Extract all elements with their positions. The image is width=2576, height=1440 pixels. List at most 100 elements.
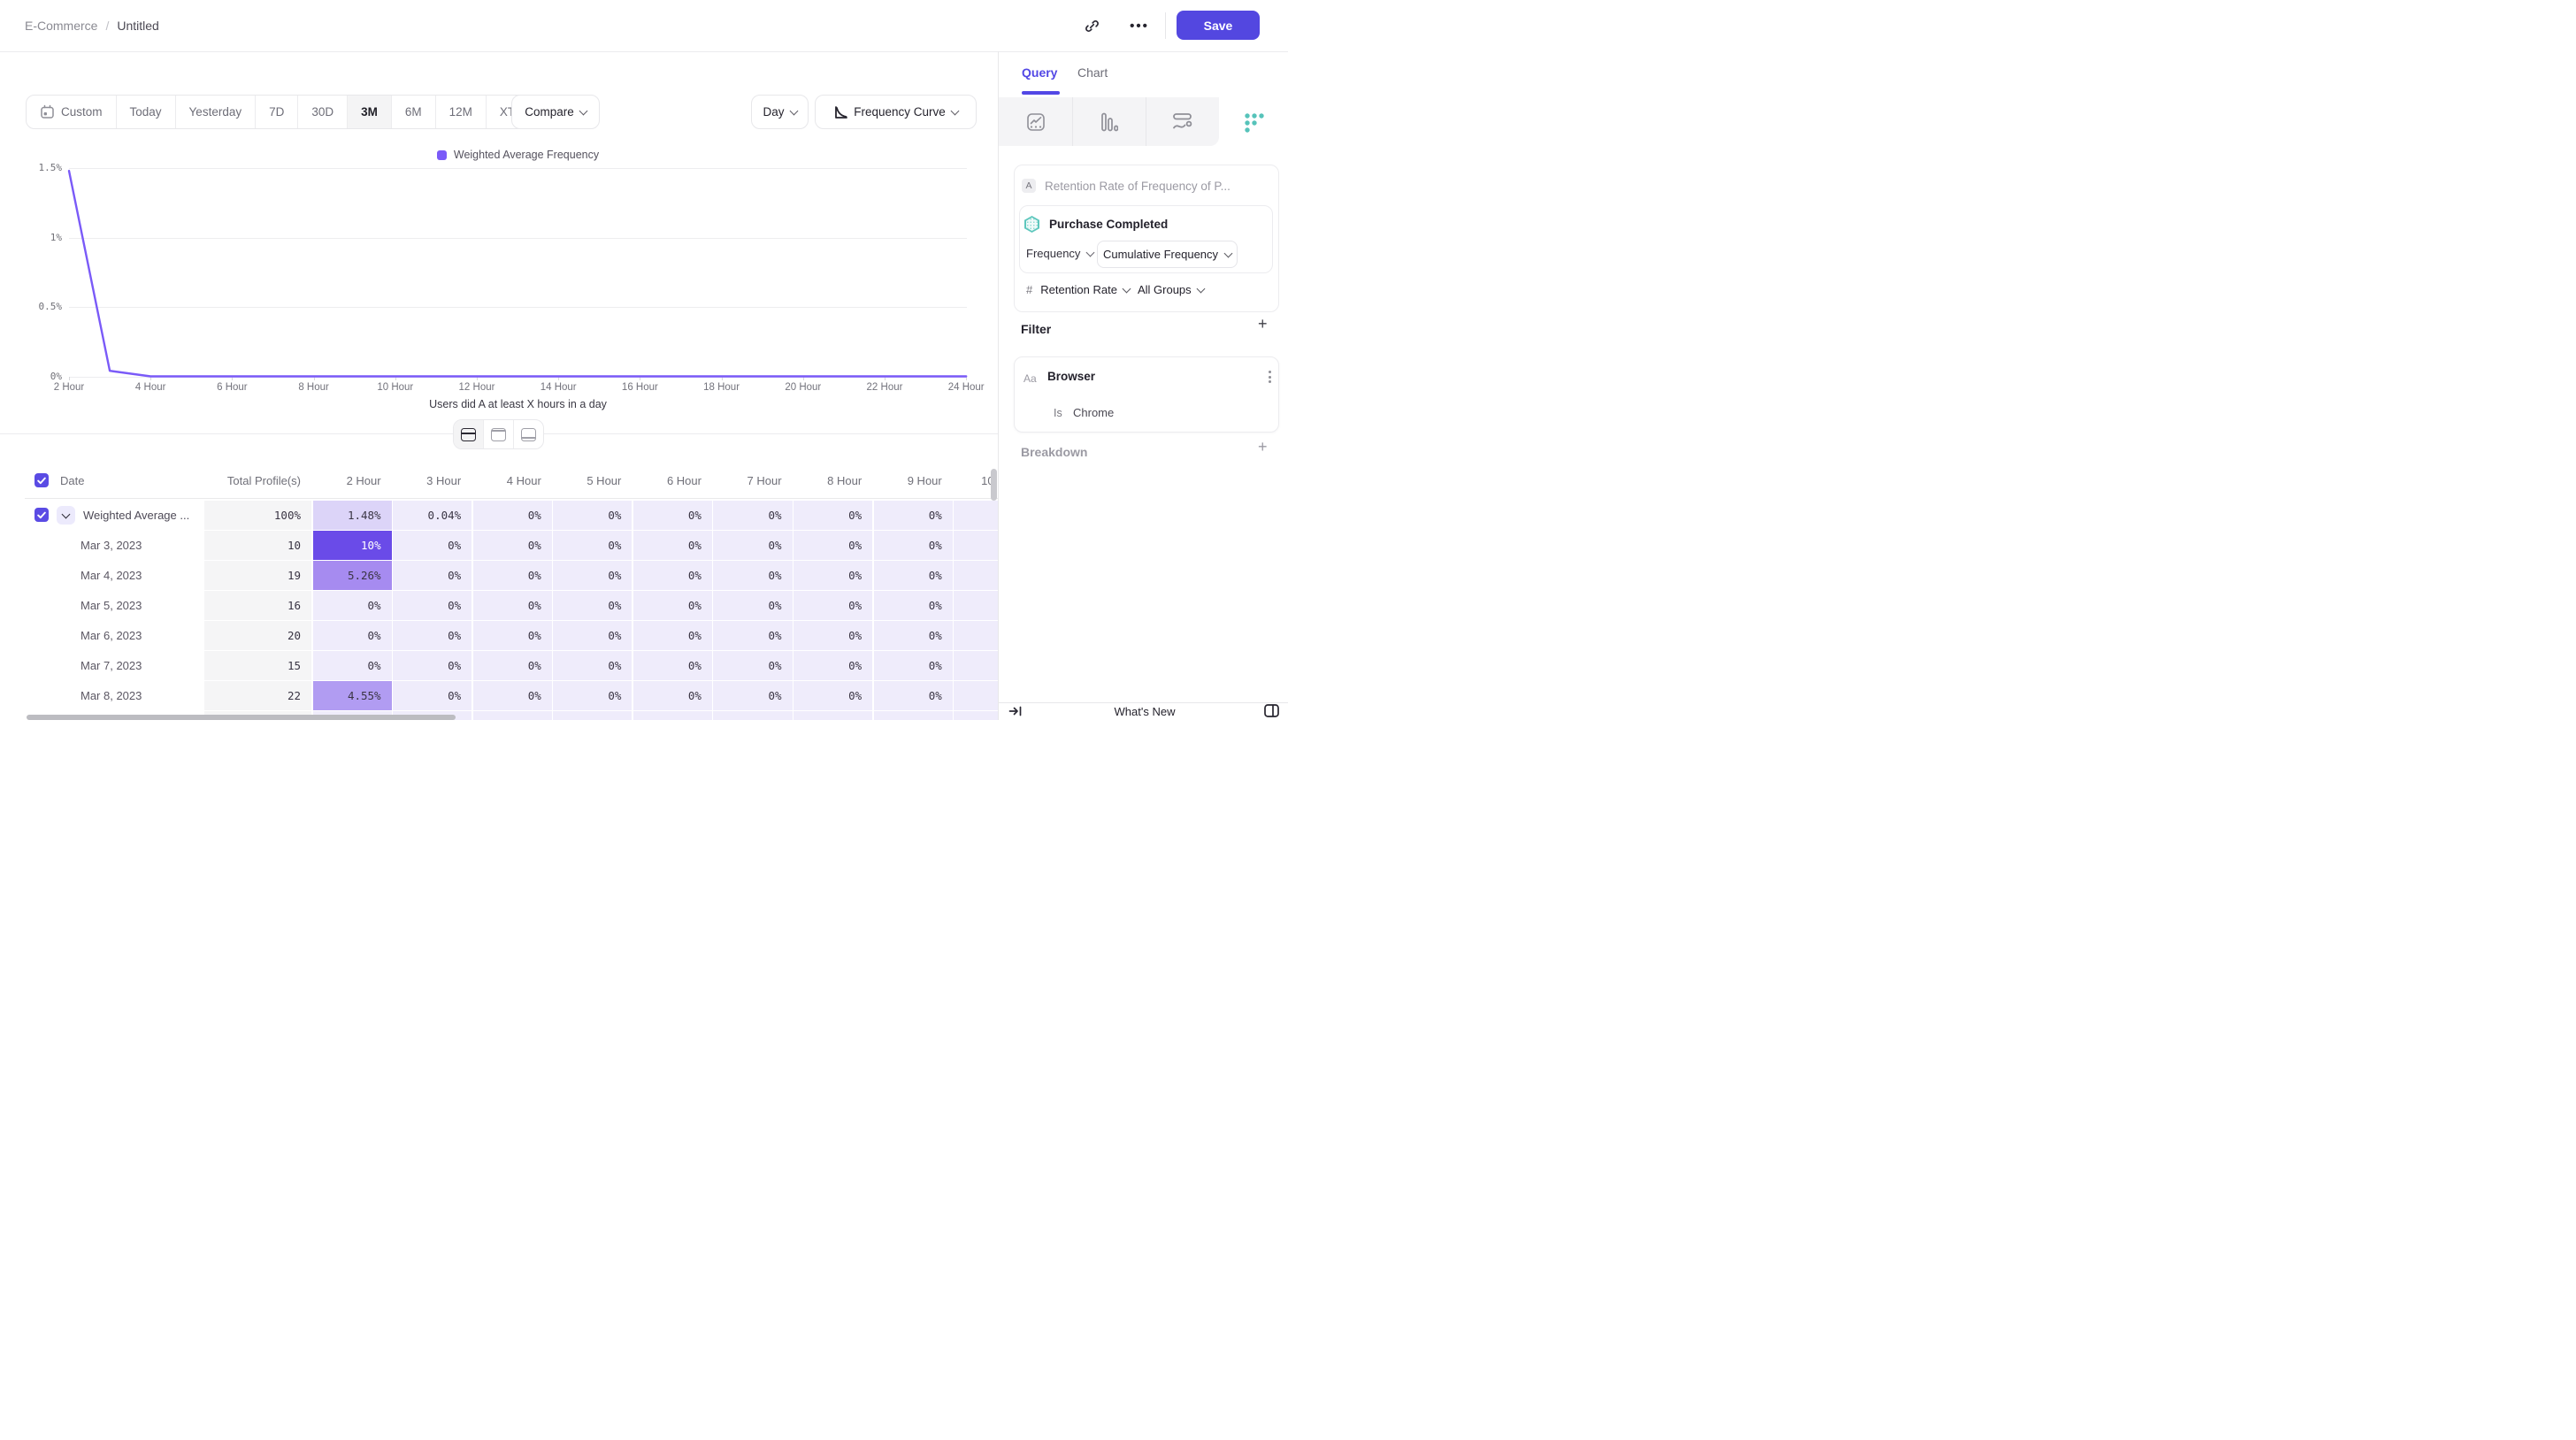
breadcrumb-section[interactable]: E-Commerce xyxy=(25,19,97,33)
save-button[interactable]: Save xyxy=(1177,11,1260,40)
date-cell: Mar 4, 2023 xyxy=(25,561,203,590)
value-cell: 1.48% xyxy=(313,501,392,530)
range-custom[interactable]: Custom xyxy=(27,96,116,128)
value-cell: 0% xyxy=(553,651,632,680)
expand-row-button[interactable] xyxy=(57,506,75,525)
bar-chart-icon xyxy=(1100,112,1118,132)
value-cell: 0% xyxy=(713,561,792,590)
breadcrumb-title[interactable]: Untitled xyxy=(117,19,158,33)
filter-property[interactable]: Browser xyxy=(1047,370,1095,383)
add-breakdown-button[interactable]: + xyxy=(1258,440,1268,454)
value-cell: 0% xyxy=(874,501,953,530)
range-12m[interactable]: 12M xyxy=(435,96,486,128)
metric-dropdown[interactable]: Retention Rate xyxy=(1040,283,1130,296)
query-title[interactable]: Retention Rate of Frequency of P... xyxy=(1045,180,1268,193)
layout-split-button[interactable] xyxy=(454,420,483,448)
value-cell xyxy=(954,681,998,710)
value-cell: 0% xyxy=(393,621,472,650)
total-profiles-cell: 20 xyxy=(204,621,311,650)
chart-type-dropdown[interactable]: Frequency Curve xyxy=(815,95,977,129)
series-line xyxy=(25,142,998,416)
filter-card xyxy=(1014,356,1279,433)
value-cell: 0% xyxy=(553,621,632,650)
filter-operator[interactable]: Is xyxy=(1054,407,1062,419)
value-cell: 0% xyxy=(473,621,552,650)
chevron-down-icon xyxy=(1224,249,1233,257)
vertical-scrollbar[interactable] xyxy=(991,469,997,501)
tab-chart[interactable]: Chart xyxy=(1077,65,1108,80)
value-cell: 0% xyxy=(874,621,953,650)
range-7d[interactable]: 7D xyxy=(255,96,297,128)
value-cell: 0% xyxy=(874,531,953,560)
row-date: Mar 3, 2023 xyxy=(25,539,142,552)
frequency-curve-icon xyxy=(833,105,847,119)
value-cell: 0% xyxy=(633,561,712,590)
event-name[interactable]: Purchase Completed xyxy=(1049,218,1168,231)
compare-label: Compare xyxy=(525,105,574,119)
value-cell: 0% xyxy=(794,501,872,530)
value-cell: 0% xyxy=(713,621,792,650)
link-icon xyxy=(1085,19,1100,34)
checkbox-checked[interactable] xyxy=(34,473,49,487)
value-cell: 0% xyxy=(313,591,392,620)
total-profiles-cell: 19 xyxy=(204,561,311,590)
frequency-dots-icon xyxy=(1243,111,1264,133)
total-profiles-cell: 15 xyxy=(204,651,311,680)
range-3m[interactable]: 3M xyxy=(347,96,391,128)
value-cell: 0% xyxy=(713,591,792,620)
filter-value[interactable]: Chrome xyxy=(1073,406,1114,419)
value-cell: 0% xyxy=(553,531,632,560)
chart-type-insights-button[interactable] xyxy=(999,97,1072,146)
more-options-button[interactable]: ••• xyxy=(1126,12,1153,39)
frequency-chart: Weighted Average Frequency 0%0.5%1%1.5%2… xyxy=(25,142,998,416)
collapse-panel-button[interactable] xyxy=(1004,701,1027,720)
granularity-dropdown[interactable]: Day xyxy=(751,95,809,129)
date-cell: Mar 5, 2023 xyxy=(25,591,203,620)
add-filter-button[interactable]: + xyxy=(1258,317,1268,331)
whats-new-link[interactable]: What's New xyxy=(1112,705,1177,718)
range-label: Today xyxy=(130,105,162,119)
horizontal-scrollbar[interactable] xyxy=(27,715,456,720)
checkbox-checked[interactable] xyxy=(34,508,49,522)
total-profiles-cell: 10 xyxy=(204,531,311,560)
range-label: 30D xyxy=(311,105,334,119)
value-cell: 0% xyxy=(713,501,792,530)
panel-divider xyxy=(998,51,999,720)
chevron-down-icon xyxy=(1086,248,1095,257)
summary-row-label: Weighted Average ... xyxy=(83,509,189,522)
value-cell: 0% xyxy=(633,501,712,530)
filter-kebab-menu[interactable] xyxy=(1264,371,1275,383)
value-cell: 0% xyxy=(313,651,392,680)
toggle-panel-button[interactable] xyxy=(1260,701,1283,720)
value-cell: 0% xyxy=(473,591,552,620)
frequency-dropdown[interactable]: Frequency xyxy=(1026,247,1093,260)
chart-type-frequency-button[interactable] xyxy=(1219,97,1289,146)
date-cell: Mar 3, 2023 xyxy=(25,531,203,560)
date-cell: Mar 6, 2023 xyxy=(25,621,203,650)
value-cell: 0% xyxy=(794,561,872,590)
value-cell xyxy=(713,711,792,720)
breakdown-section-title: Breakdown xyxy=(1021,445,1087,459)
row-date: Mar 4, 2023 xyxy=(25,569,142,582)
layout-chart-only-button[interactable] xyxy=(483,420,513,448)
range-today[interactable]: Today xyxy=(116,96,175,128)
chart-type-flows-button[interactable] xyxy=(1146,97,1219,146)
row-date: Mar 7, 2023 xyxy=(25,659,142,672)
share-link-button[interactable] xyxy=(1078,12,1105,39)
cumulative-frequency-dropdown[interactable]: Cumulative Frequency xyxy=(1097,241,1238,268)
compare-dropdown[interactable]: Compare xyxy=(511,95,600,129)
split-view-icon xyxy=(461,428,476,441)
tab-query[interactable]: Query xyxy=(1022,65,1057,80)
column-header: 9 Hour xyxy=(874,474,953,487)
chart-type-funnel-button[interactable] xyxy=(1072,97,1146,146)
range-30d[interactable]: 30D xyxy=(297,96,347,128)
range-yesterday[interactable]: Yesterday xyxy=(175,96,256,128)
range-6m[interactable]: 6M xyxy=(391,96,435,128)
value-cell xyxy=(954,711,998,720)
groups-dropdown[interactable]: All Groups xyxy=(1138,283,1204,296)
save-button-label: Save xyxy=(1204,19,1233,33)
value-cell xyxy=(954,561,998,590)
layout-table-only-button[interactable] xyxy=(513,420,543,448)
value-cell: 0% xyxy=(713,651,792,680)
value-cell: 0% xyxy=(794,531,872,560)
